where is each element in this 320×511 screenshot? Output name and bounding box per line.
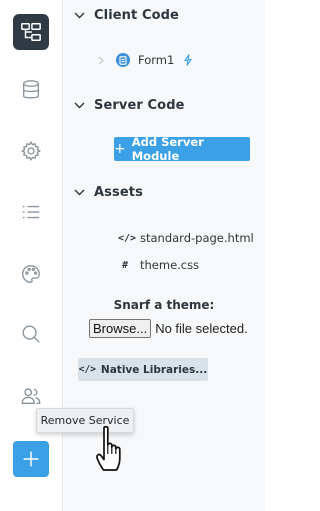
lightning-icon[interactable]: [184, 54, 193, 66]
code-icon: </>: [78, 364, 96, 375]
chevron-right-icon[interactable]: [96, 55, 106, 65]
client-code-header[interactable]: Client Code: [63, 3, 265, 27]
list-icon[interactable]: [13, 194, 49, 230]
add-service-plus-icon[interactable]: [13, 441, 49, 477]
left-icon-rail: [0, 0, 63, 511]
hash-icon: #: [121, 259, 129, 271]
app-browser-panel: Client Code Form1 Server Code + Add Serv…: [63, 0, 265, 511]
database-icon[interactable]: [13, 72, 49, 108]
chevron-down-icon: [72, 98, 86, 112]
form1-item[interactable]: Form1: [96, 53, 193, 67]
client-code-title: Client Code: [94, 7, 179, 23]
asset-item[interactable]: </> standard-page.html: [118, 231, 254, 245]
theme-file-input[interactable]: Browse... No file selected.: [89, 319, 248, 338]
asset-item[interactable]: # theme.css: [118, 258, 199, 272]
server-code-title: Server Code: [94, 97, 185, 113]
assets-title: Assets: [94, 184, 143, 200]
add-server-module-label: Add Server Module: [131, 135, 204, 163]
server-code-header[interactable]: Server Code: [63, 93, 265, 117]
plus-icon: +: [114, 141, 126, 157]
snarf-theme-title: Snarf a theme:: [113, 298, 215, 312]
file-status-text: No file selected.: [155, 321, 248, 336]
app-structure-icon[interactable]: [13, 14, 49, 50]
settings-gear-icon[interactable]: [13, 133, 49, 169]
native-libraries-button[interactable]: </> Native Libraries...: [78, 358, 208, 381]
search-icon[interactable]: [13, 316, 49, 352]
asset-label: theme.css: [140, 258, 200, 272]
assets-header[interactable]: Assets: [63, 180, 265, 204]
form1-label: Form1: [138, 53, 175, 67]
palette-icon[interactable]: [13, 256, 49, 292]
browse-button[interactable]: Browse...: [89, 319, 152, 338]
chevron-down-icon: [72, 8, 86, 22]
asset-label: standard-page.html: [140, 231, 254, 245]
code-icon: </>: [118, 232, 137, 244]
add-server-module-button[interactable]: + Add Server Module: [114, 135, 250, 163]
chevron-down-icon: [72, 185, 86, 199]
form-icon: [116, 53, 130, 67]
native-libraries-label: Native Libraries...: [100, 363, 208, 376]
hand-pointer-cursor-icon: [95, 425, 135, 477]
